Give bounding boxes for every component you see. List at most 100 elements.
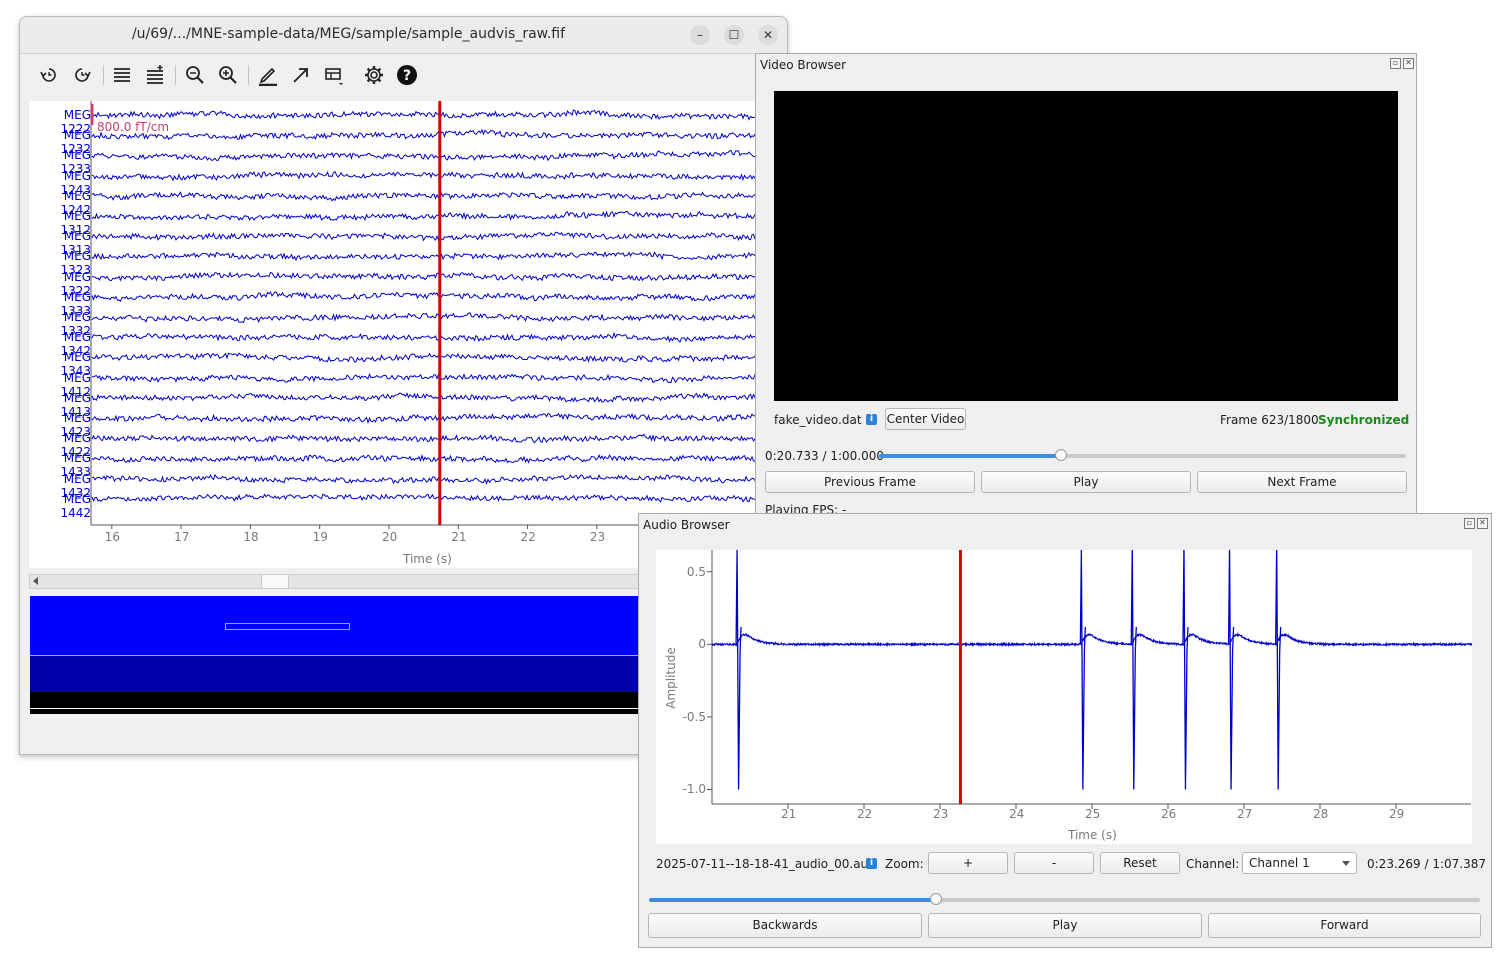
- channel-trace[interactable]: [91, 170, 777, 182]
- maximize-button[interactable]: ☐: [724, 25, 744, 45]
- slider-handle[interactable]: [1055, 449, 1068, 461]
- info-icon[interactable]: i: [866, 414, 877, 425]
- float-icon[interactable]: ▫: [1464, 518, 1475, 529]
- audio-x-tick-label: 21: [781, 807, 797, 821]
- slider-fill: [879, 454, 1062, 458]
- channel-trace[interactable]: [91, 392, 777, 403]
- audio-canvas[interactable]: [656, 550, 1472, 844]
- channel-trace[interactable]: [91, 250, 777, 262]
- close-button[interactable]: ✕: [758, 25, 778, 45]
- video-display[interactable]: [774, 91, 1398, 401]
- channel-trace[interactable]: [91, 149, 777, 162]
- video-time-readout: 0:20.733 / 1:00.000: [765, 449, 885, 463]
- info-icon[interactable]: i: [866, 858, 877, 869]
- audio-browser-title: Audio Browser: [643, 518, 730, 532]
- zoom-out-icon[interactable]: [182, 62, 208, 88]
- x-tick-label: 19: [312, 530, 328, 544]
- rewind-icon[interactable]: [36, 62, 62, 88]
- audio-x-tick-label: 26: [1161, 807, 1177, 821]
- audio-y-tick-label: -1.0: [682, 782, 706, 797]
- audio-pulse: [1079, 550, 1087, 790]
- video-browser-panel: Video Browser ▫ ✕ fake_video.dat i Cente…: [755, 53, 1417, 526]
- audio-position-slider[interactable]: [649, 893, 1480, 905]
- channel-select[interactable]: Channel 1: [1242, 852, 1357, 874]
- audio-file-name: 2025-07-11--18-18-41_audio_00.aud: [656, 857, 876, 871]
- raw-data-plot[interactable]: MEG 1222 MEG 1232 MEG 1233 MEG 1243 MEG 1242…: [29, 101, 777, 568]
- audio-x-tick-label: 29: [1389, 807, 1405, 821]
- audio-y-axis-label: Amplitude: [663, 647, 678, 709]
- channel-trace[interactable]: [91, 352, 777, 363]
- channel-trace[interactable]: [91, 473, 777, 485]
- channel-label: Channel:: [1186, 857, 1240, 871]
- sync-status: Synchronized: [1318, 413, 1410, 427]
- center-video-button[interactable]: Center Video: [885, 408, 966, 430]
- window-title: /u/69/.../MNE-sample-data/MEG/sample/sam…: [131, 26, 566, 42]
- scrollbar-thumb[interactable]: [261, 575, 289, 588]
- audio-pulse: [1227, 550, 1235, 790]
- settings-gear-icon[interactable]: [361, 62, 387, 88]
- video-file-name: fake_video.dat: [774, 413, 862, 427]
- audio-x-axis-label: Time (s): [1068, 828, 1117, 842]
- audio-pulse: [735, 550, 742, 790]
- x-tick-label: 17: [174, 530, 190, 544]
- audio-x-tick-label: 27: [1237, 807, 1253, 821]
- channel-trace[interactable]: [91, 312, 777, 324]
- audio-x-tick-label: 28: [1313, 807, 1329, 821]
- x-axis-label: Time (s): [403, 552, 452, 566]
- video-browser-title: Video Browser: [760, 58, 847, 72]
- trace-canvas[interactable]: [29, 101, 777, 568]
- audio-y-tick-label: 0.5: [686, 564, 706, 579]
- channel-trace[interactable]: [91, 191, 777, 202]
- audio-x-tick-label: 22: [857, 807, 873, 821]
- toolbar: ?: [20, 54, 787, 92]
- x-tick-label: 22: [520, 530, 536, 544]
- audio-y-tick-label: -0.5: [682, 709, 706, 724]
- reset-zoom-button[interactable]: Reset: [1100, 852, 1180, 874]
- channel-trace[interactable]: [91, 231, 777, 242]
- channel-trace[interactable]: [91, 271, 777, 282]
- scroll-left-arrow-icon[interactable]: [33, 577, 38, 585]
- forward-button[interactable]: Forward: [1208, 913, 1481, 938]
- backwards-button[interactable]: Backwards: [648, 913, 922, 938]
- channel-trace[interactable]: [91, 291, 777, 303]
- overview-icon[interactable]: [321, 62, 347, 88]
- channel-trace[interactable]: [91, 109, 777, 121]
- annotation-pen-icon[interactable]: [255, 62, 281, 88]
- audio-waveform-plot[interactable]: 21 22 23 24 25 26 27 28 29 0.5 0 -0.5 -1.0 Time (s)…: [656, 550, 1472, 844]
- more-channels-icon[interactable]: [142, 62, 168, 88]
- video-play-button[interactable]: Play: [981, 471, 1191, 493]
- title-bar[interactable]: /u/69/.../MNE-sample-data/MEG/sample/sam…: [20, 17, 787, 54]
- toolbar-separator: [175, 65, 176, 85]
- channel-trace[interactable]: [91, 331, 777, 343]
- zoom-in-button[interactable]: +: [928, 852, 1008, 874]
- projector-arrow-icon[interactable]: [288, 62, 314, 88]
- channel-trace[interactable]: [91, 210, 777, 222]
- fast-forward-icon[interactable]: [69, 62, 95, 88]
- toolbar-separator: [103, 65, 104, 85]
- scale-bar-label: 800.0 fT/cm: [97, 120, 170, 134]
- slider-handle[interactable]: [929, 893, 942, 905]
- minimize-button[interactable]: –: [690, 25, 710, 45]
- close-icon[interactable]: ✕: [1477, 518, 1488, 529]
- audio-pulse: [1182, 550, 1189, 790]
- audio-pulse: [1130, 550, 1137, 790]
- channel-trace[interactable]: [91, 128, 777, 141]
- overview-view-window[interactable]: [225, 623, 350, 630]
- zoom-in-icon[interactable]: [215, 62, 241, 88]
- fewer-channels-icon[interactable]: [109, 62, 135, 88]
- next-frame-button[interactable]: Next Frame: [1197, 471, 1407, 493]
- float-icon[interactable]: ▫: [1390, 58, 1401, 69]
- channel-trace[interactable]: [91, 493, 777, 504]
- audio-waveform[interactable]: [711, 631, 1472, 648]
- audio-play-button[interactable]: Play: [928, 913, 1202, 938]
- channel-trace[interactable]: [91, 453, 777, 464]
- help-icon[interactable]: ?: [394, 62, 420, 88]
- zoom-out-button[interactable]: -: [1014, 852, 1094, 874]
- channel-trace[interactable]: [91, 433, 777, 444]
- video-position-slider[interactable]: [879, 449, 1406, 461]
- close-icon[interactable]: ✕: [1403, 58, 1414, 69]
- x-tick-label: 16: [104, 530, 121, 544]
- channel-trace[interactable]: [91, 412, 777, 425]
- channel-trace[interactable]: [91, 372, 777, 384]
- previous-frame-button[interactable]: Previous Frame: [765, 471, 975, 493]
